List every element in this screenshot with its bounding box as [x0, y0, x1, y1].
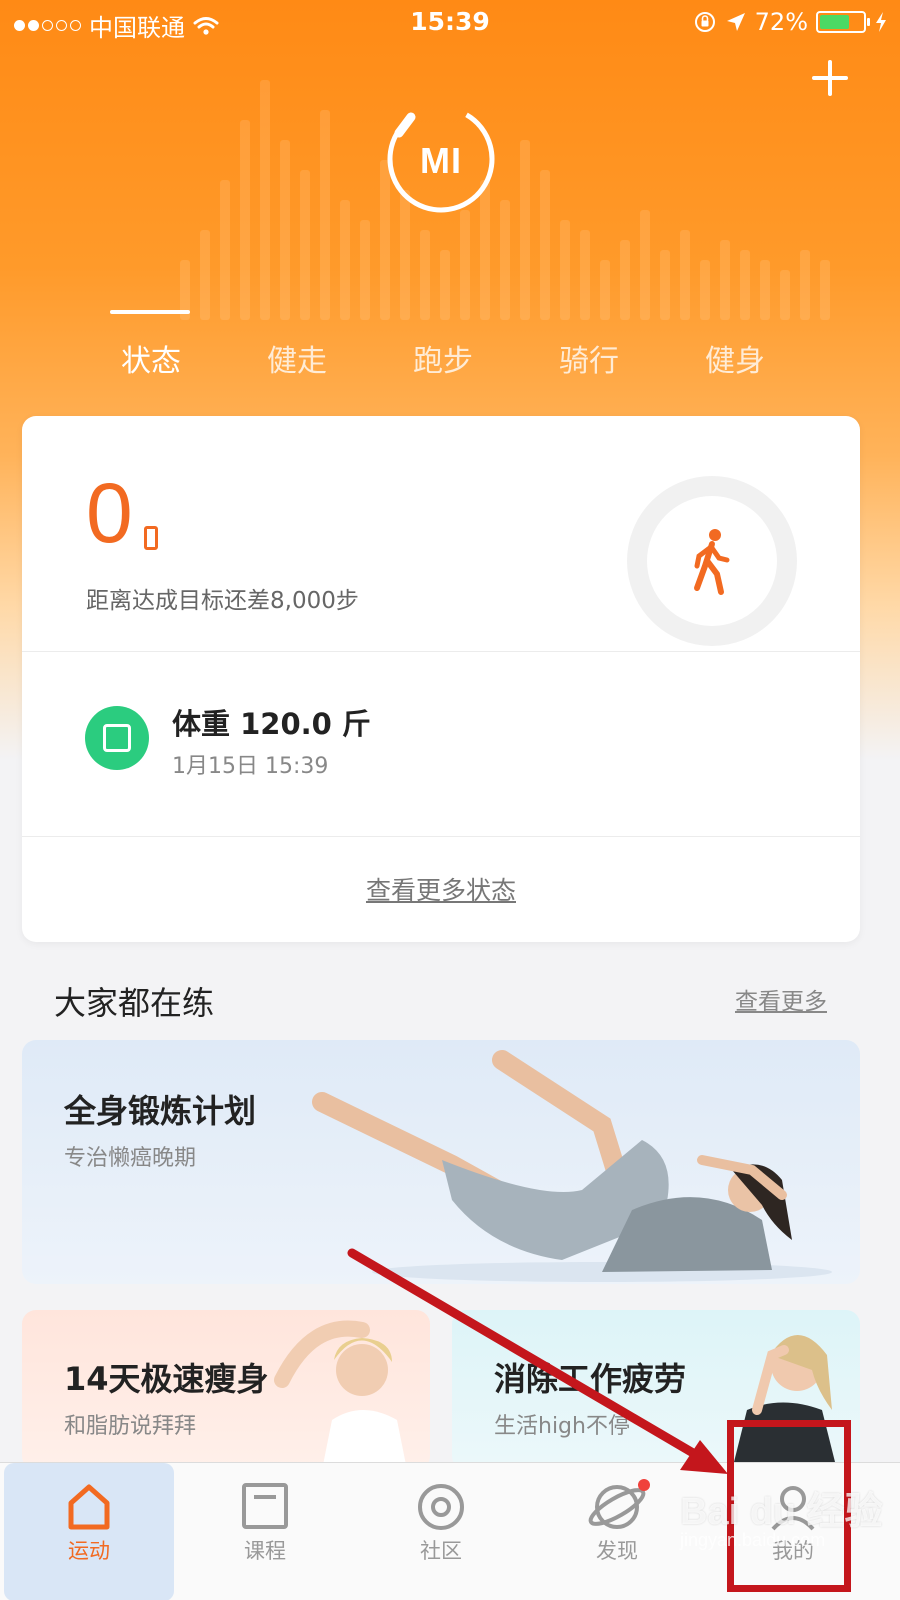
battery-icon [816, 11, 870, 33]
decorative-bar [720, 240, 730, 320]
sport-tabs: 状态 健走 跑步 骑行 健身 [78, 310, 808, 380]
view-more-link[interactable]: 查看更多 [735, 982, 827, 1016]
mi-logo-text: MI [420, 140, 462, 181]
nav-label: 社区 [420, 1539, 462, 1563]
decorative-bar [360, 220, 370, 320]
nav-label: 课程 [244, 1539, 286, 1563]
promo-subtitle: 和脂肪说拜拜 [64, 1414, 197, 1439]
tab-running[interactable]: 跑步 [370, 310, 516, 380]
decorative-bar [340, 200, 350, 320]
decorative-bar [280, 140, 290, 320]
step-count[interactable]: 0 [86, 471, 133, 555]
tab-walking[interactable]: 健走 [224, 310, 370, 380]
nav-item-courses[interactable]: 课程 [180, 1463, 350, 1600]
weight-timestamp: 1月15日 15:39 [172, 754, 329, 779]
decorative-bar [500, 200, 510, 320]
location-icon [726, 13, 745, 31]
promo-card-full-body[interactable]: 全身锻炼计划 专治懒癌晚期 [22, 1040, 860, 1284]
decorative-bar [820, 260, 830, 320]
tab-label: 健身 [705, 344, 765, 379]
status-bar: 中国联通 15:39 72% [0, 0, 900, 46]
decorative-bar [220, 180, 230, 320]
status-card: 0 距离达成目标还差8,000步 体重 120.0 斤 1月15日 15:39 … [22, 416, 860, 942]
decorative-bar [200, 230, 210, 320]
decorative-bar [540, 170, 550, 320]
tab-cycling[interactable]: 骑行 [516, 310, 662, 380]
course-icon [242, 1483, 288, 1529]
decorative-bar [460, 210, 470, 320]
nav-label: 发现 [596, 1539, 638, 1563]
promo-title: 消除工作疲劳 [494, 1360, 687, 1398]
tab-label: 跑步 [413, 344, 473, 379]
exercise-woman-image [312, 1050, 832, 1282]
goal-remaining-text: 距离达成目标还差8,000步 [86, 588, 359, 614]
decorative-bar [420, 230, 430, 320]
nav-item-community[interactable]: 社区 [356, 1463, 526, 1600]
battery-percent: 72% [754, 8, 808, 36]
notification-badge [638, 1479, 650, 1491]
tab-fitness[interactable]: 健身 [662, 310, 808, 380]
decorative-bar [640, 210, 650, 320]
card-divider [22, 651, 860, 652]
section-title: 大家都在练 [54, 984, 215, 1022]
tab-label: 状态 [121, 344, 181, 379]
decorative-bar [240, 120, 250, 320]
charging-icon [876, 12, 886, 32]
baidu-watermark: Bai du 经验 [680, 1491, 883, 1533]
home-icon [68, 1484, 110, 1530]
promo-subtitle: 专治懒癌晚期 [64, 1146, 197, 1171]
phone-icon [144, 526, 158, 550]
promo-title: 14天极速瘦身 [64, 1360, 269, 1398]
card-divider [22, 836, 860, 837]
promo-subtitle: 生活high不停 [494, 1414, 630, 1439]
decorative-bar [320, 110, 330, 320]
rotation-lock-icon [694, 12, 715, 32]
promo-card-14-day[interactable]: 14天极速瘦身 和脂肪说拜拜 [22, 1310, 430, 1470]
decorative-bar [680, 230, 690, 320]
view-more-status-link[interactable]: 查看更多状态 [22, 871, 860, 907]
decorative-bar [520, 140, 530, 320]
decorative-bars [180, 60, 900, 320]
community-icon [418, 1484, 464, 1530]
nav-label: 运动 [68, 1539, 110, 1563]
nav-item-discover[interactable]: 发现 [532, 1463, 702, 1600]
weight-scale-icon [85, 706, 149, 770]
decorative-bar [560, 220, 570, 320]
woman-stretching-image [274, 1320, 407, 1470]
decorative-bar [260, 80, 270, 320]
discover-icon [588, 1479, 650, 1529]
decorative-bar [580, 230, 590, 320]
tab-label: 骑行 [559, 344, 619, 379]
promo-title: 全身锻炼计划 [64, 1092, 257, 1130]
nav-item-exercise[interactable]: 运动 [4, 1463, 174, 1600]
tab-label: 健走 [267, 344, 327, 379]
decorative-bar [620, 240, 630, 320]
decorative-bar [300, 170, 310, 320]
tab-status[interactable]: 状态 [78, 310, 224, 380]
walking-icon [694, 529, 730, 595]
add-button[interactable] [810, 58, 850, 98]
baidu-watermark-url: jingyan.baidu.com [680, 1530, 826, 1550]
weight-value[interactable]: 体重 120.0 斤 [172, 701, 371, 743]
